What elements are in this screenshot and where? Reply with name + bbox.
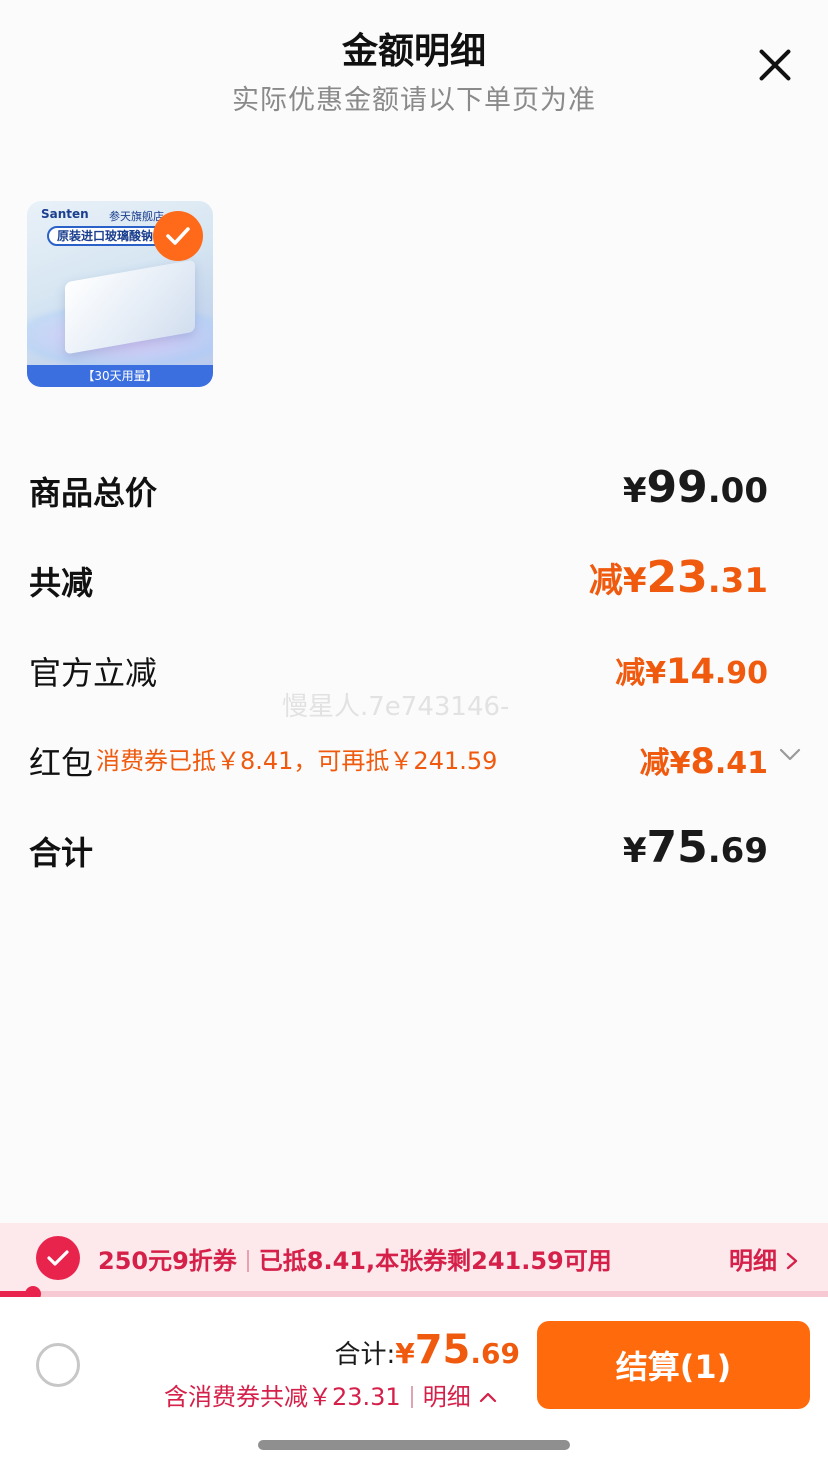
bottom-savings-text: 含消费券共减￥23.31 [164, 1383, 401, 1411]
checkout-button[interactable]: 结算(1) [537, 1321, 810, 1409]
coupon-divider [246, 1250, 249, 1272]
bottom-total-int: 75 [414, 1327, 471, 1373]
official-discount-prefix: 减¥ [615, 656, 667, 691]
coupon-detail-link[interactable]: 明细 [729, 1241, 799, 1276]
coupon-bar[interactable]: 250元9折券 已抵8.41,本张券剩241.59可用 明细 [0, 1223, 828, 1291]
coupon-name: 250元9折券 [98, 1247, 237, 1275]
total-discount-label: 共减 [29, 564, 94, 602]
sheet-subtitle: 实际优惠金额请以下单页为准 [232, 85, 596, 116]
red-packet-label: 红包 [29, 744, 94, 782]
bottom-total-label: 合计: [334, 1340, 396, 1370]
official-discount-int: 14 [666, 652, 715, 692]
bottom-detail-label: 明细 [422, 1383, 471, 1411]
official-discount-amount: 减¥14.90 [615, 648, 768, 692]
total-label: 合计 [29, 834, 94, 872]
chevron-down-icon[interactable] [778, 742, 802, 766]
total-symbol: ¥ [622, 831, 647, 871]
coupon-check-icon[interactable] [36, 1236, 80, 1280]
chevron-up-icon [480, 1392, 497, 1403]
product-brand: Santen [41, 207, 89, 221]
total-discount-amount: 减¥23.31 [589, 552, 768, 603]
subtotal-amount: ¥99.00 [623, 462, 768, 513]
bottom-total: 合计:¥75.69 [334, 1327, 520, 1373]
coupon-status: 已抵8.41,本张券剩241.59可用 [258, 1247, 612, 1275]
total-int: 75 [646, 822, 708, 873]
select-all-radio[interactable] [36, 1343, 80, 1387]
coupon-detail-label: 明细 [729, 1247, 777, 1275]
close-icon[interactable] [752, 42, 798, 88]
product-store: 参天旗舰店 [109, 210, 164, 223]
red-packet-prefix: 减¥ [639, 746, 691, 781]
official-discount-dec: .90 [714, 656, 768, 691]
total-discount-prefix: 减¥ [588, 561, 647, 601]
watermark: 慢星人.7e743146- [282, 692, 510, 722]
bottom-total-dec: .69 [470, 1337, 520, 1370]
subtotal-int: 99 [646, 462, 708, 513]
coupon-text: 250元9折券 已抵8.41,本张券剩241.59可用 [98, 1241, 612, 1276]
chevron-right-icon [787, 1252, 798, 1270]
sheet-title: 金额明细 [341, 31, 486, 72]
total-dec: .69 [707, 831, 768, 871]
subtotal-symbol: ¥ [622, 471, 647, 511]
total-discount-dec: .31 [707, 561, 768, 601]
red-packet-amount[interactable]: 减¥8.41 [640, 738, 768, 782]
amount-detail-sheet: 金额明细 实际优惠金额请以下单页为准 Santen 参天旗舰店 原装进口玻璃酸钠… [0, 0, 828, 1467]
home-indicator[interactable] [258, 1440, 570, 1450]
product-footer: 【30天用量】 [27, 365, 213, 387]
total-amount: ¥75.69 [623, 822, 768, 873]
total-discount-int: 23 [646, 552, 708, 603]
red-packet-int: 8 [690, 742, 715, 782]
official-discount-label: 官方立减 [29, 654, 158, 692]
red-packet-note: 消费券已抵￥8.41，可再抵￥241.59 [96, 747, 498, 775]
red-packet-dec: .41 [714, 746, 768, 781]
product-selected-check-icon[interactable] [153, 211, 203, 261]
subtotal-label: 商品总价 [29, 474, 158, 512]
bottom-total-symbol: ¥ [395, 1337, 415, 1370]
bottom-savings-divider [410, 1386, 413, 1408]
bottom-savings[interactable]: 含消费券共减￥23.31 明细 [164, 1377, 498, 1412]
subtotal-dec: .00 [707, 471, 768, 511]
